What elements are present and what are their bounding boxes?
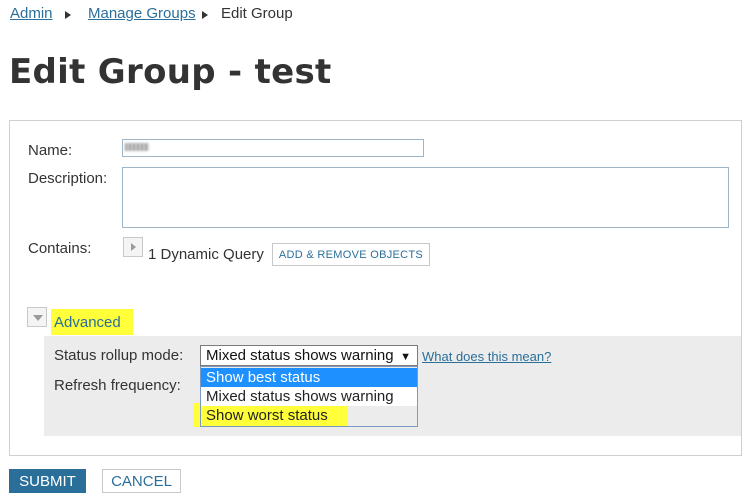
status-rollup-selected-value: Mixed status shows warning (206, 347, 394, 364)
contains-expand-toggle[interactable] (123, 237, 143, 257)
contains-label: Contains: (28, 240, 92, 257)
breadcrumb-admin-link[interactable]: Admin (10, 5, 53, 22)
chevron-down-icon (33, 315, 43, 321)
status-rollup-label: Status rollup mode: (54, 347, 184, 364)
status-rollup-dropdown-list: Show best status Mixed status shows warn… (200, 366, 418, 427)
advanced-expand-toggle[interactable] (27, 307, 47, 327)
status-rollup-select[interactable]: Mixed status shows warning ▼ (200, 345, 418, 366)
page-title: Edit Group - test (9, 52, 332, 92)
contains-value: 1 Dynamic Query (148, 246, 264, 263)
breadcrumb-current: Edit Group (221, 5, 293, 22)
add-remove-objects-button[interactable]: ADD & REMOVE OBJECTS (272, 243, 430, 266)
dropdown-option-mixed-status[interactable]: Mixed status shows warning (201, 387, 417, 406)
what-does-this-mean-link[interactable]: What does this mean? (422, 349, 551, 364)
description-field[interactable] (122, 167, 729, 228)
breadcrumb-separator-icon (65, 11, 71, 19)
breadcrumb-separator-icon (202, 11, 208, 19)
advanced-label[interactable]: Advanced (54, 314, 121, 331)
name-field[interactable] (122, 139, 424, 157)
description-label: Description: (28, 170, 108, 187)
dropdown-option-worst-status[interactable]: Show worst status (201, 406, 417, 425)
cancel-button[interactable]: CANCEL (102, 469, 181, 493)
name-value-redacted (125, 143, 149, 151)
refresh-frequency-label: Refresh frequency: (54, 377, 181, 394)
dropdown-arrow-icon: ▼ (400, 351, 411, 363)
breadcrumb-manage-groups-link[interactable]: Manage Groups (88, 5, 196, 22)
submit-button[interactable]: SUBMIT (9, 469, 86, 493)
dropdown-option-best-status[interactable]: Show best status (201, 368, 417, 387)
name-label: Name: (28, 142, 73, 159)
chevron-right-icon (131, 243, 136, 251)
